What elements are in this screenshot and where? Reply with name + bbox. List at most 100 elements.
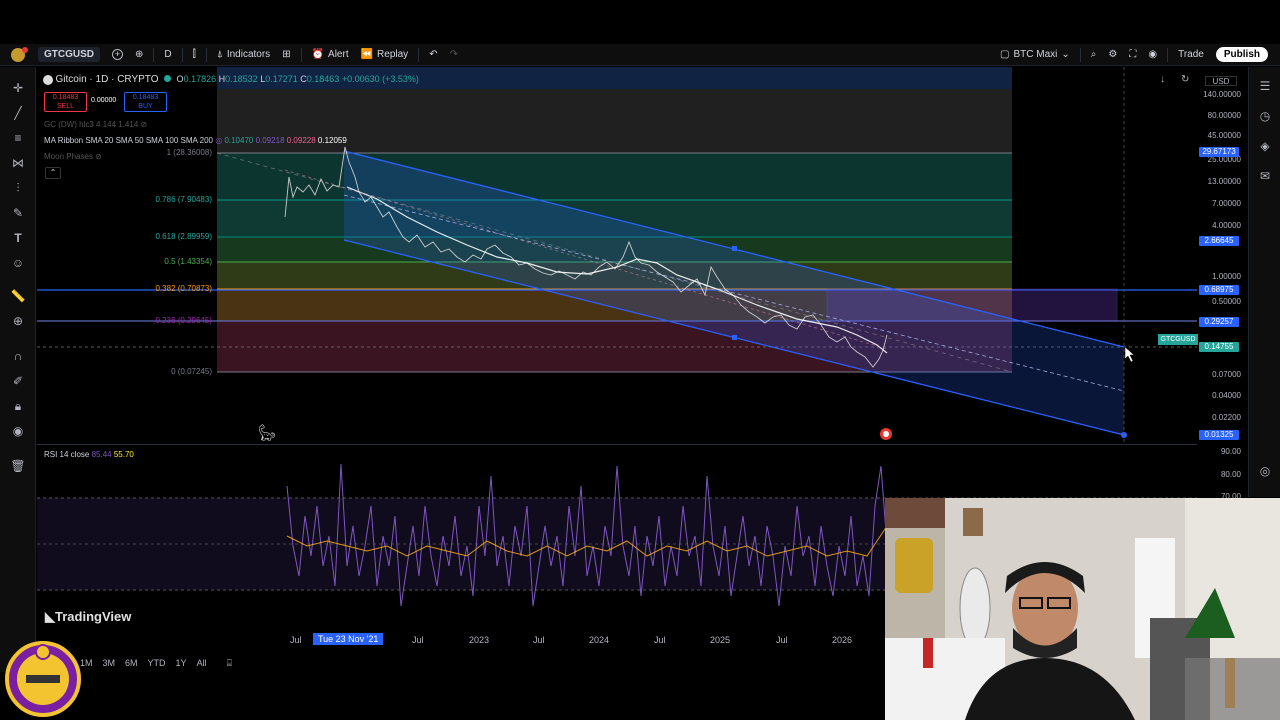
candles-icon: ⫿ <box>192 49 196 60</box>
collapse-legend-button[interactable]: ⌃ <box>45 167 61 179</box>
range-ytd[interactable]: YTD <box>148 658 166 668</box>
smiley-icon: ☺ <box>11 256 25 270</box>
mouse-cursor <box>1124 346 1135 363</box>
replay-button[interactable]: ⏪ Replay <box>355 45 415 65</box>
time-tick: Jul <box>533 635 545 645</box>
zoom-tool[interactable]: ⊕ <box>9 312 27 330</box>
channel-handle[interactable] <box>732 246 737 251</box>
alert-button[interactable]: ⏰ Alert <box>306 45 355 65</box>
forecast-tool[interactable]: ⫶ <box>9 179 27 197</box>
gc-indicator-legend[interactable]: GC (DW) hlc3 4 144 1.414 ⊘ <box>44 120 147 129</box>
redo-button[interactable]: ↷ <box>444 45 464 65</box>
lock-icon: 🔒︎ <box>14 398 22 413</box>
add-button[interactable]: ⊕ <box>129 45 149 65</box>
buy-button[interactable]: 0.18483 BUY <box>124 92 167 112</box>
price-tick: 7.00000 <box>1212 199 1241 208</box>
symbol-search[interactable]: GTCGUSD <box>32 45 106 65</box>
search-icon: ⌕ <box>1090 49 1097 60</box>
fib-label-1: 1 (28.36008) <box>166 148 212 157</box>
layers-button[interactable]: ◈ <box>1256 137 1274 155</box>
trade-button[interactable]: Trade <box>1172 45 1210 65</box>
channel-handle[interactable] <box>732 335 737 340</box>
range-6m[interactable]: 6M <box>125 658 138 668</box>
ma-value-2: 0.09218 <box>255 136 285 145</box>
zoom-icon: ⊕ <box>12 314 24 328</box>
date-range-icon[interactable]: ⌸ <box>227 658 232 669</box>
ohlc-low: 0.17271 <box>265 74 298 84</box>
compare-button[interactable]: + <box>106 45 129 65</box>
ohlc-high: 0.18532 <box>225 74 258 84</box>
camera-icon: ◉ <box>1148 49 1158 60</box>
indicators-button[interactable]: ⍋ Indicators <box>211 45 276 65</box>
range-all[interactable]: All <box>197 658 207 668</box>
brush-icon: ✎ <box>12 206 24 220</box>
indicators-label: Indicators <box>226 49 271 60</box>
price-tick: 140.00000 <box>1203 90 1241 99</box>
download-icon[interactable]: ↓ <box>1160 74 1165 85</box>
price-tick: 13.00000 <box>1207 177 1241 186</box>
alerts-panel-button[interactable]: ◷ <box>1256 107 1274 125</box>
avatar-icon <box>11 46 28 62</box>
crosshair-tool[interactable]: ✛ <box>9 79 27 97</box>
refresh-icon[interactable]: ↻ <box>1181 74 1189 85</box>
remove-tool[interactable]: 🗑︎ <box>9 457 27 475</box>
templates-button[interactable]: ⊞ <box>276 45 296 65</box>
chevron-up-icon: ⌃ <box>49 168 57 177</box>
symbol-price-tag: GTCGUSD <box>1158 334 1198 345</box>
rsi-tick: 80.00 <box>1220 470 1241 479</box>
replay-label: Replay <box>377 49 409 60</box>
range-3m[interactable]: 3M <box>103 658 116 668</box>
brush-tool[interactable]: ✎ <box>9 204 27 222</box>
event-marker-dot <box>883 431 889 437</box>
price-tick: 4.00000 <box>1212 221 1241 230</box>
undo-button[interactable]: ↶ <box>423 45 443 65</box>
quick-search-button[interactable]: ⌕ <box>1085 45 1103 65</box>
alert-label: Alert <box>328 49 349 60</box>
list-icon: ☰ <box>1259 79 1271 93</box>
snapshot-button[interactable]: ◉ <box>1142 45 1163 65</box>
stay-drawing-tool[interactable]: ✐ <box>9 372 27 390</box>
ma-ribbon-label: MA Ribbon SMA 20 SMA 50 SMA 100 SMA 200 <box>44 136 213 145</box>
time-tick: Jul <box>776 635 788 645</box>
pattern-tool[interactable]: ⋈ <box>9 154 27 172</box>
magnet-icon: ∩ <box>13 349 23 363</box>
time-axis[interactable]: Jul Tue 23 Nov '21 Jul 2023 Jul 2024 Jul… <box>37 633 887 649</box>
user-avatar[interactable] <box>0 45 32 65</box>
ohlc-open-label: O <box>176 74 184 84</box>
pencil-lock-icon: ✐ <box>12 374 24 388</box>
layout-button[interactable]: ▢ BTC Maxi ⌄ <box>994 45 1076 65</box>
redo-icon: ↷ <box>449 49 458 60</box>
text-tool[interactable]: T <box>9 229 27 247</box>
interval-button[interactable]: D <box>158 45 177 65</box>
eye-hidden-icon[interactable]: ⊘ <box>141 120 148 129</box>
price-axis[interactable]: USD 140.00000 80.00000 45.00000 25.00000… <box>1197 67 1247 501</box>
fullscreen-button[interactable]: ⛶ <box>1123 45 1142 65</box>
trash-icon: 🗑︎ <box>10 459 26 473</box>
add-symbol-icon: + <box>112 49 123 60</box>
crosshair-time-label: Tue 23 Nov '21 <box>313 633 384 645</box>
price-tag-low: 0.01325 <box>1199 430 1239 440</box>
fib-label-5: 0.5 (1.43354) <box>164 257 212 266</box>
publish-button[interactable]: Publish <box>1210 45 1280 65</box>
range-1y[interactable]: 1Y <box>176 658 187 668</box>
lock-tool[interactable]: 🔒︎ <box>9 397 27 415</box>
dino-mascot-icon: 🦕︎ <box>257 425 278 442</box>
help-button[interactable]: ◎ <box>1256 462 1274 480</box>
emoji-tool[interactable]: ☺ <box>9 254 27 272</box>
fib-tool[interactable]: ≡ <box>9 129 27 147</box>
currency-selector[interactable]: USD <box>1205 76 1237 86</box>
price-chart[interactable]: Gitcoin · 1D · CRYPTO O0.17826 H0.18532 … <box>37 67 1197 442</box>
ma-ribbon-legend[interactable]: MA Ribbon SMA 20 SMA 50 SMA 100 SMA 200 … <box>44 136 347 145</box>
chart-type-button[interactable]: ⫿ <box>187 45 202 65</box>
trendline-tool[interactable]: ╱ <box>9 104 27 122</box>
magnet-tool[interactable]: ∩ <box>9 347 27 365</box>
hide-tool[interactable]: ◉ <box>9 422 27 440</box>
settings-button[interactable]: ⚙ <box>1102 45 1123 65</box>
watchlist-button[interactable]: ☰ <box>1256 77 1274 95</box>
symbol-name[interactable]: GTCGUSD <box>38 47 100 62</box>
price-tag-mid: 2.66645 <box>1199 236 1239 246</box>
symbol-legend: Gitcoin · 1D · CRYPTO O0.17826 H0.18532 … <box>43 74 419 85</box>
sell-button[interactable]: 0.18483 SELL <box>44 92 87 112</box>
ruler-tool[interactable]: 📏 <box>9 287 27 305</box>
chat-button[interactable]: ✉ <box>1256 167 1274 185</box>
